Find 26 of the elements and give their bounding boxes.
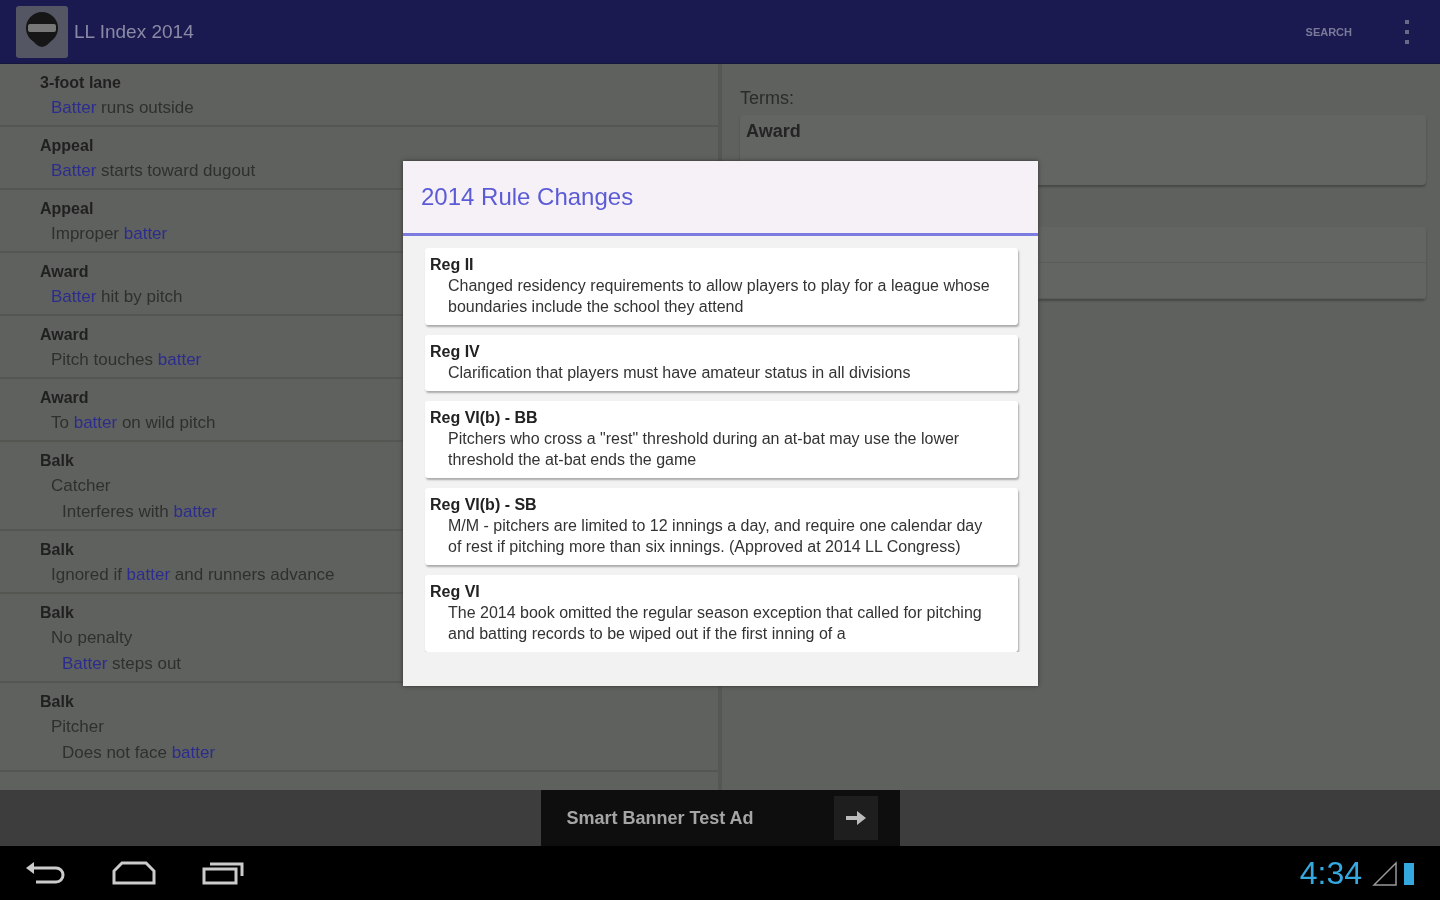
recent-apps-button[interactable]	[202, 861, 244, 885]
ad-banner[interactable]: Smart Banner Test Ad	[540, 790, 900, 846]
search-button[interactable]: SEARCH	[1299, 24, 1358, 39]
rule-heading: Reg VI(b) - SB	[430, 495, 538, 515]
home-button[interactable]	[112, 861, 156, 885]
index-term: 3-foot lane	[40, 73, 121, 93]
arrow-icon	[844, 810, 867, 826]
index-term: Award	[40, 325, 89, 345]
ad-text: Smart Banner Test Ad	[566, 807, 754, 829]
arrow-button[interactable]	[833, 796, 878, 840]
rule-heading: Reg IV	[430, 342, 481, 362]
index-term: Appeal	[40, 199, 94, 219]
index-term: Balk	[40, 603, 74, 623]
index-term: Balk	[40, 451, 74, 471]
overflow-menu-icon[interactable]	[1404, 18, 1410, 45]
index-term: Award	[40, 388, 89, 408]
index-term: Balk	[40, 692, 74, 712]
app-title: LL Index 2014	[74, 20, 195, 43]
index-term: Appeal	[40, 136, 94, 156]
back-button[interactable]	[24, 860, 66, 886]
rule-heading: Reg II	[430, 255, 475, 275]
rule-heading: Reg VI(b) - BB	[430, 408, 539, 428]
index-term: Award	[40, 262, 89, 282]
signal-battery-icon	[1372, 859, 1416, 887]
clock: 4:34	[1299, 854, 1362, 892]
index-term: Balk	[40, 540, 74, 560]
